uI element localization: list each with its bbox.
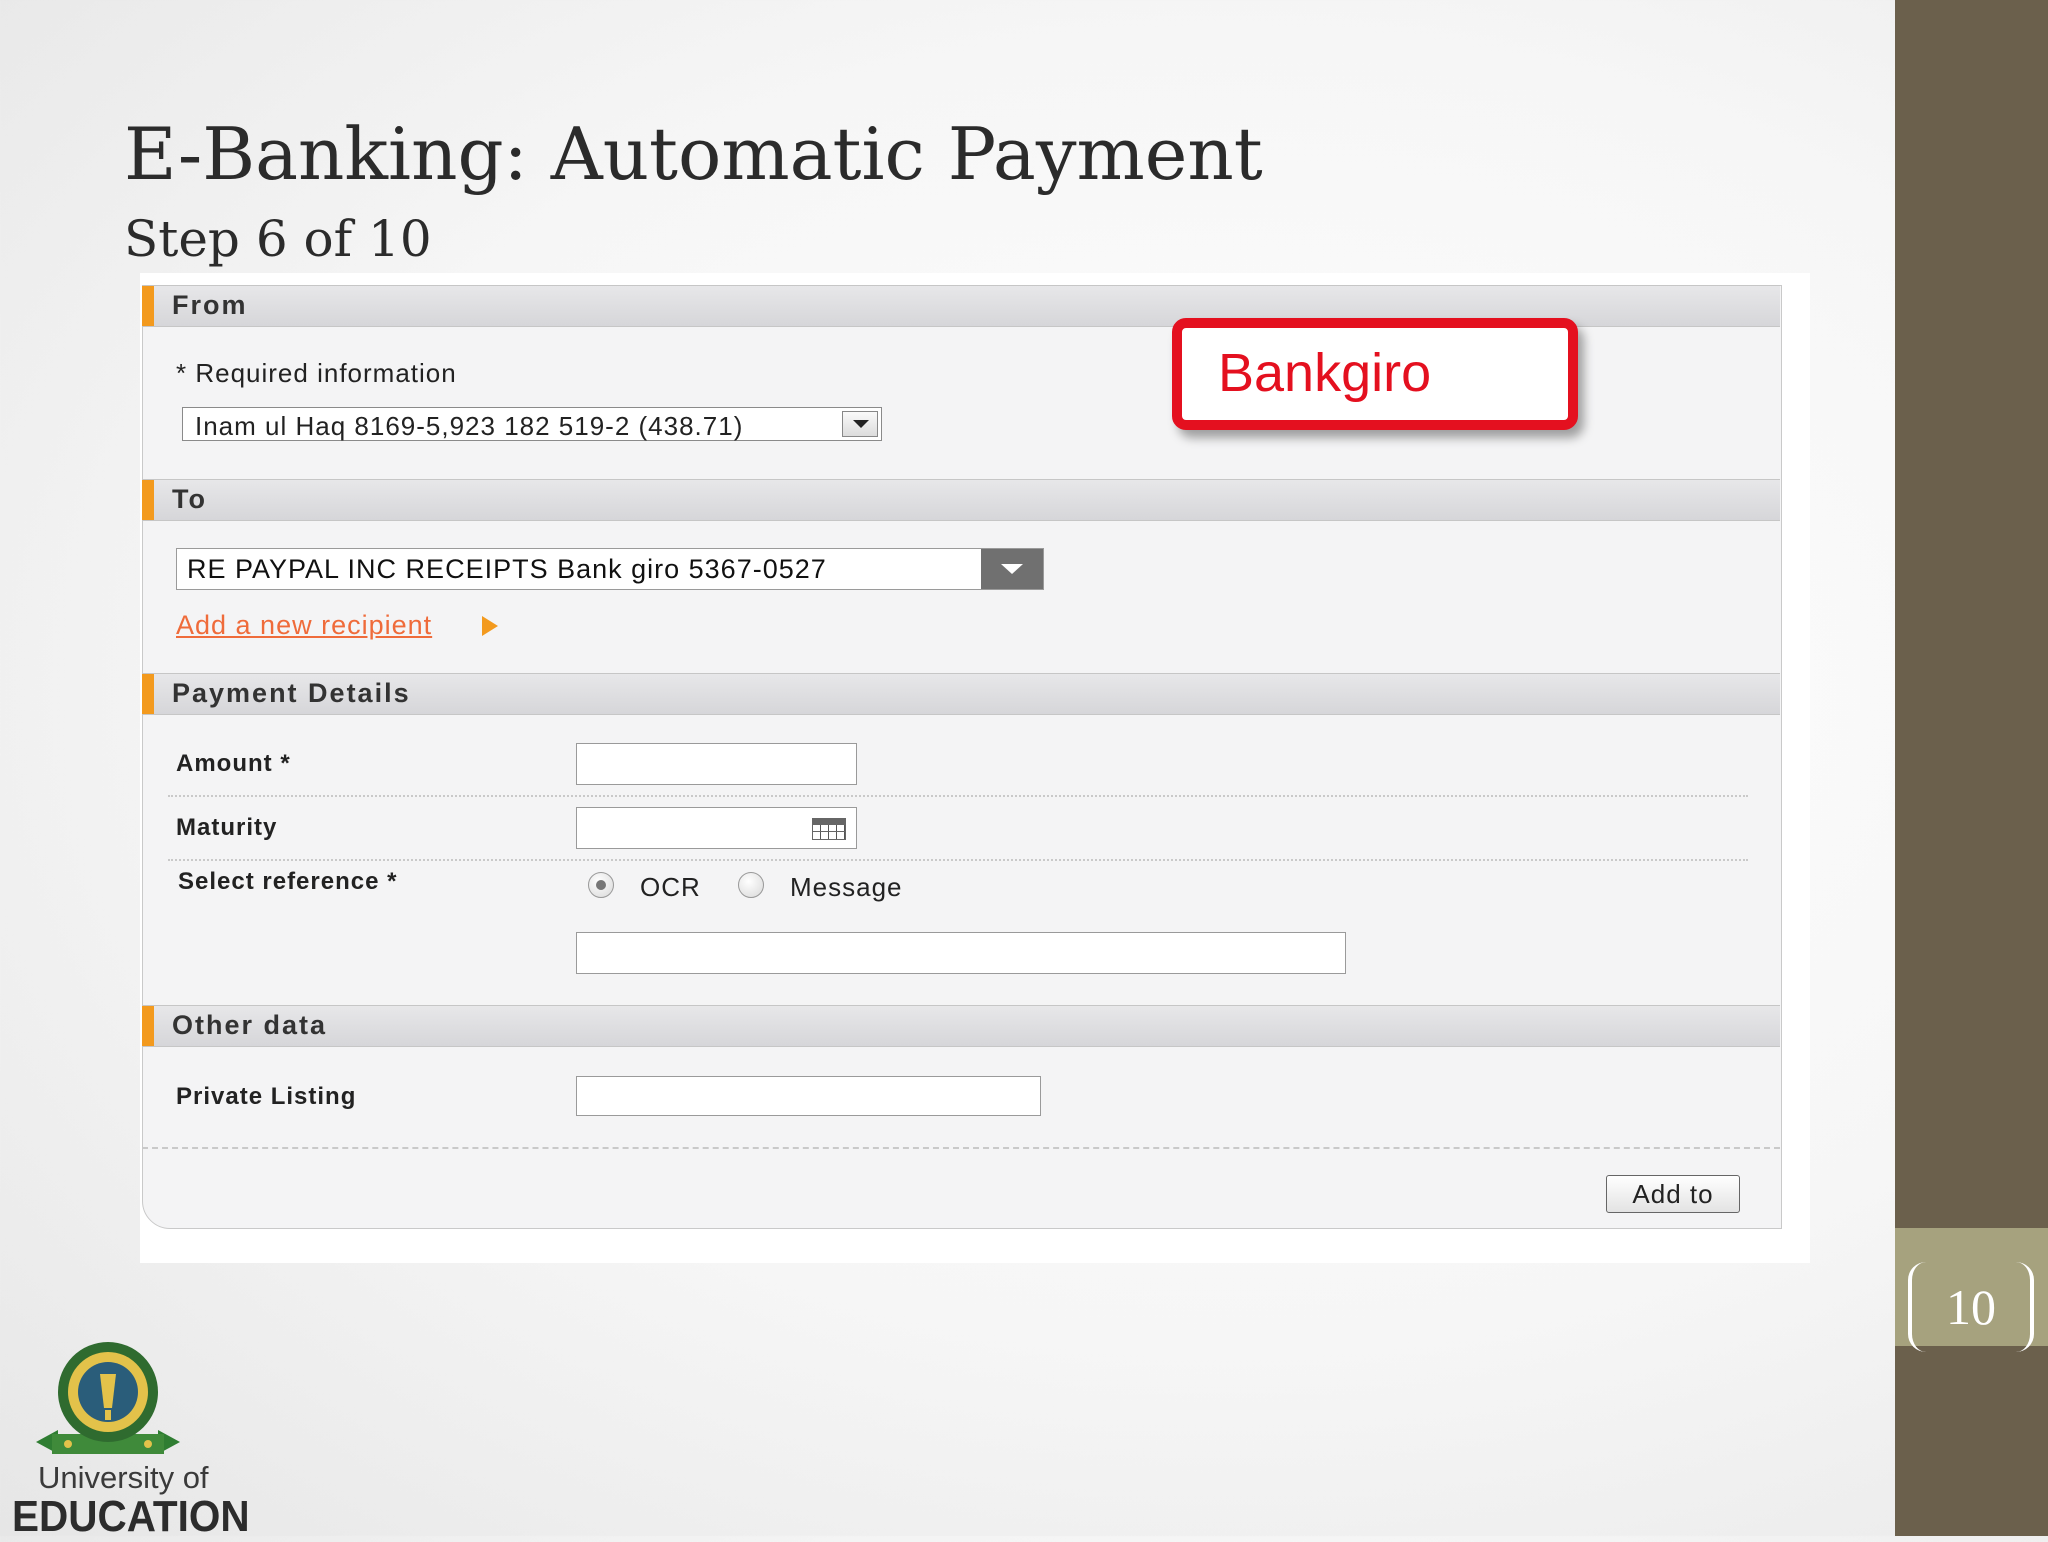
private-listing-input[interactable] — [576, 1076, 1041, 1116]
from-account-value: Inam ul Haq 8169-5,923 182 519-2 (438.71… — [195, 411, 744, 441]
row-divider — [168, 859, 1748, 861]
bankgiro-callout-text: Bankgiro — [1218, 343, 1432, 403]
private-listing-label: Private Listing — [176, 1083, 357, 1110]
section-title-to: To — [172, 484, 207, 514]
arrow-right-icon — [482, 616, 498, 636]
maturity-label: Maturity — [176, 814, 278, 841]
amount-input[interactable] — [576, 743, 857, 785]
dropdown-arrow-icon[interactable] — [842, 411, 878, 437]
reference-input[interactable] — [576, 932, 1346, 974]
calendar-icon[interactable] — [812, 818, 846, 840]
chevron-down-icon[interactable] — [981, 549, 1043, 589]
add-to-button[interactable]: Add to — [1606, 1175, 1740, 1213]
radio-message-label: Message — [790, 872, 903, 902]
logo-text-university-of: University of — [38, 1460, 209, 1495]
section-accent-bar — [142, 674, 154, 714]
form-footer-divider — [142, 1147, 1780, 1149]
from-account-select[interactable]: Inam ul Haq 8169-5,923 182 519-2 (438.71… — [182, 407, 882, 441]
section-header-payment-details: Payment Details — [142, 673, 1780, 715]
radio-message[interactable] — [738, 872, 764, 898]
row-divider — [168, 795, 1748, 797]
radio-ocr[interactable] — [588, 872, 614, 898]
select-reference-label: Select reference * — [178, 868, 398, 895]
slide-title: E-Banking: Automatic Payment — [124, 112, 1263, 196]
section-accent-bar — [142, 1006, 154, 1046]
section-title-other-data: Other data — [172, 1010, 328, 1040]
section-title-payment-details: Payment Details — [172, 678, 411, 708]
required-info-note: * Required information — [176, 358, 457, 388]
section-title-from: From — [172, 290, 248, 320]
amount-label: Amount * — [176, 750, 291, 777]
radio-ocr-label: OCR — [640, 872, 701, 902]
bankgiro-callout: Bankgiro — [1172, 318, 1578, 430]
page-number: 10 — [1946, 1279, 1996, 1335]
logo-text-education: EDUCATION — [12, 1492, 250, 1541]
section-header-other-data: Other data — [142, 1005, 1780, 1047]
recipient-select[interactable]: RE PAYPAL INC RECEIPTS Bank giro 5367-05… — [176, 548, 1044, 590]
add-new-recipient-link[interactable]: Add a new recipient — [176, 610, 432, 641]
university-logo-emblem — [36, 1342, 180, 1454]
slide-subtitle: Step 6 of 10 — [124, 210, 432, 268]
section-header-to: To — [142, 479, 1780, 521]
section-accent-bar — [142, 286, 154, 326]
section-accent-bar — [142, 480, 154, 520]
recipient-value: RE PAYPAL INC RECEIPTS Bank giro 5367-05… — [187, 554, 827, 584]
